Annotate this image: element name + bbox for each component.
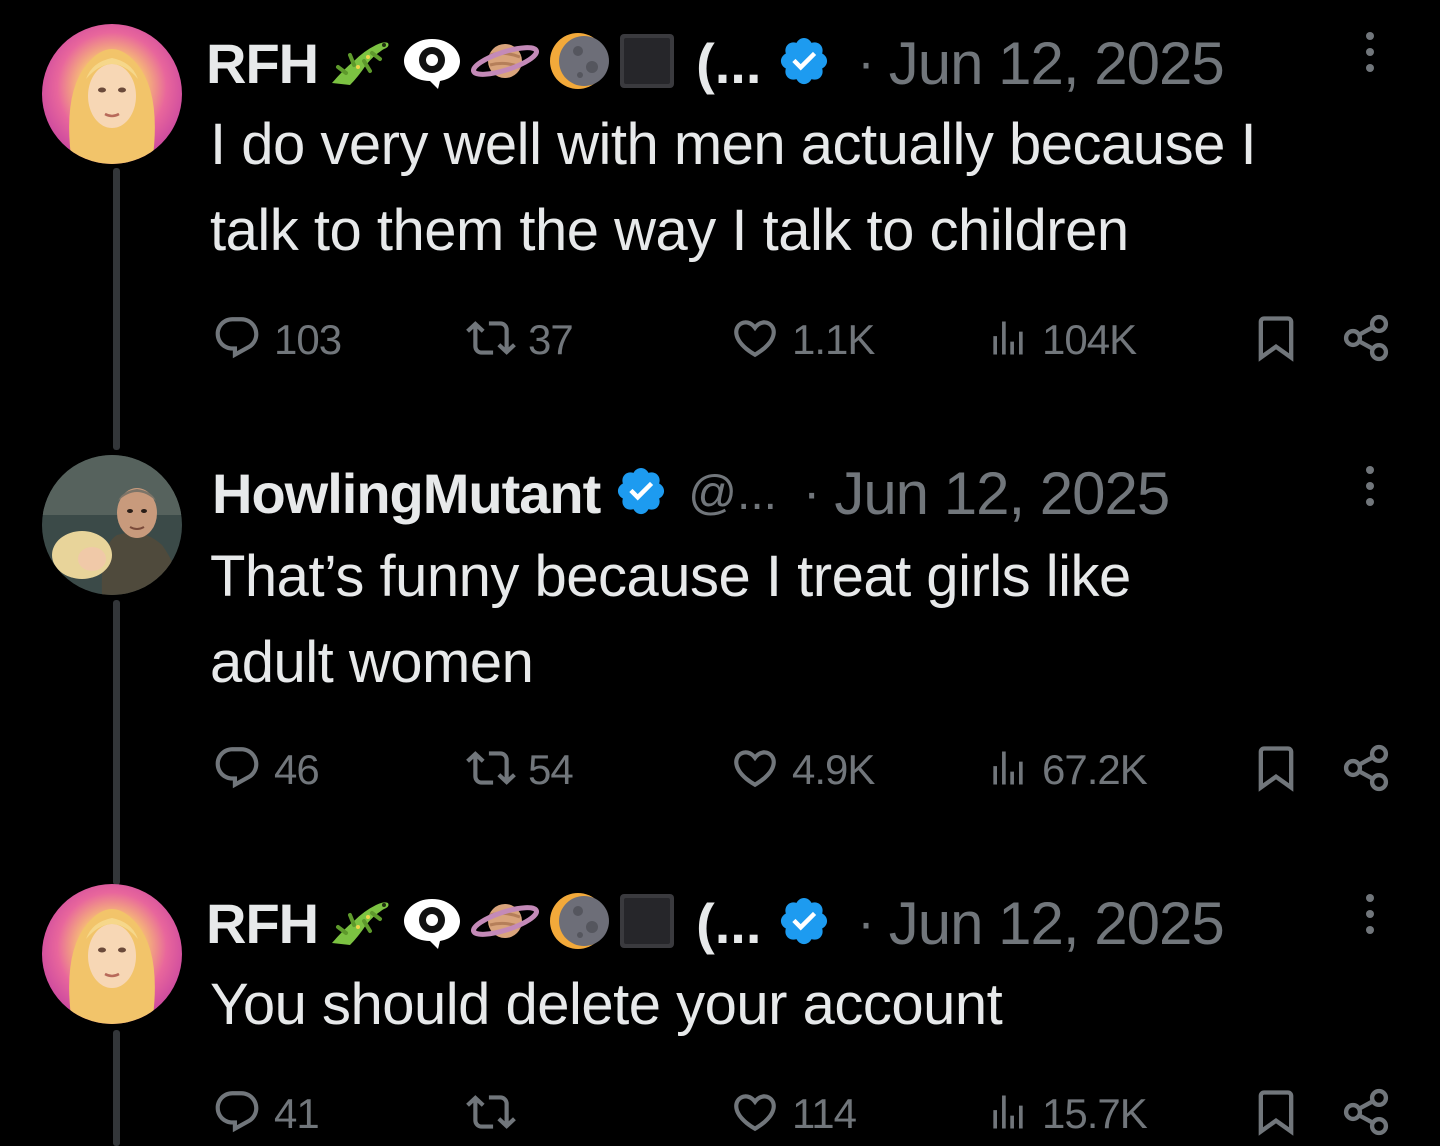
tweet-text-line: You should delete your account — [210, 972, 1003, 1037]
like-count: 114 — [792, 1090, 857, 1137]
repost-icon — [466, 1087, 516, 1142]
like-button[interactable]: 114 — [730, 1084, 857, 1144]
views-count: 15.7K — [1042, 1090, 1148, 1137]
more-options-icon[interactable] — [1358, 890, 1382, 940]
name-truncation: (... — [696, 31, 762, 95]
reply-count: 41 — [274, 1090, 320, 1137]
author-name[interactable]: RFH — [206, 891, 319, 956]
repost-count: 54 — [528, 746, 574, 793]
reply-button[interactable]: 41 — [212, 1084, 320, 1144]
tweet-text: You should delete your account — [210, 962, 1410, 1048]
author-handle[interactable]: @... — [688, 466, 777, 521]
tweet-header: RFH (... · Jun 12, 2025 — [206, 888, 1225, 958]
eye-speech-bubble-emoji — [400, 891, 464, 956]
repost-button[interactable] — [466, 1084, 528, 1144]
action-bar: 46 54 4.9K 67.2K — [212, 740, 1402, 800]
repost-icon — [466, 743, 516, 798]
reply-icon — [212, 743, 262, 798]
bookmark-icon — [1250, 312, 1302, 369]
separator-dot: · — [857, 34, 875, 92]
tweet-text-line: talk to them the way I talk to children — [210, 198, 1129, 263]
author-name[interactable]: HowlingMutant — [212, 461, 601, 526]
reply-count: 46 — [274, 746, 320, 793]
views-button[interactable]: 67.2K — [986, 740, 1148, 800]
reply-button[interactable]: 103 — [212, 310, 342, 370]
tweet-header: HowlingMutant @... · Jun 12, 2025 — [212, 458, 1170, 528]
reply-button[interactable]: 46 — [212, 740, 320, 800]
tweet-date[interactable]: Jun 12, 2025 — [889, 29, 1225, 98]
share-button[interactable] — [1340, 310, 1392, 370]
reply-icon — [212, 1087, 262, 1142]
author-name[interactable]: RFH — [206, 31, 319, 96]
heart-icon — [730, 743, 780, 798]
ringed-planet-emoji — [470, 31, 540, 96]
bookmark-button[interactable] — [1250, 740, 1302, 800]
views-chart-icon — [986, 313, 1030, 368]
views-count: 67.2K — [1042, 746, 1148, 793]
tweet-text: I do very well with men actually because… — [210, 102, 1410, 274]
black-square-emoji — [616, 30, 678, 97]
tweet-header: RFH (... · Jun 12, 2025 — [206, 28, 1225, 98]
reply-count: 103 — [274, 316, 342, 363]
verified-badge-icon — [777, 34, 831, 93]
avatar[interactable] — [42, 455, 182, 595]
tweet-date[interactable]: Jun 12, 2025 — [889, 889, 1225, 958]
thread-line-2 — [113, 600, 120, 885]
avatar[interactable] — [42, 24, 182, 164]
share-icon — [1340, 742, 1392, 799]
black-square-emoji — [616, 890, 678, 957]
bookmark-icon — [1250, 1086, 1302, 1143]
like-button[interactable]: 4.9K — [730, 740, 875, 800]
tweet-text-line: I do very well with men actually because… — [210, 112, 1257, 177]
repost-count: 37 — [528, 316, 574, 363]
views-chart-icon — [986, 1087, 1030, 1142]
crescent-moon-emoji — [546, 29, 610, 98]
thread-line-1 — [113, 168, 120, 450]
tweet-text-line: adult women — [210, 630, 534, 695]
reply-icon — [212, 313, 262, 368]
bookmark-button[interactable] — [1250, 310, 1302, 370]
share-icon — [1340, 312, 1392, 369]
thread-line-3 — [113, 1030, 120, 1146]
separator-dot: · — [857, 894, 875, 952]
share-button[interactable] — [1340, 1084, 1392, 1144]
lizard-emoji — [324, 31, 394, 96]
views-chart-icon — [986, 743, 1030, 798]
heart-icon — [730, 313, 780, 368]
repost-button[interactable]: 54 — [466, 740, 574, 800]
tweet-text: That’s funny because I treat girls like … — [210, 534, 1410, 706]
tweet-date[interactable]: Jun 12, 2025 — [834, 459, 1170, 528]
action-bar: 41 114 15.7K — [212, 1084, 1402, 1144]
verified-badge-icon — [777, 894, 831, 953]
views-button[interactable]: 15.7K — [986, 1084, 1148, 1144]
heart-icon — [730, 1087, 780, 1142]
repost-icon — [466, 313, 516, 368]
like-button[interactable]: 1.1K — [730, 310, 875, 370]
views-count: 104K — [1042, 316, 1137, 363]
bookmark-icon — [1250, 742, 1302, 799]
more-options-icon[interactable] — [1358, 28, 1382, 78]
more-options-icon[interactable] — [1358, 462, 1382, 512]
separator-dot: · — [802, 464, 821, 522]
like-count: 4.9K — [792, 746, 875, 793]
name-truncation: (... — [696, 891, 762, 955]
bookmark-button[interactable] — [1250, 1084, 1302, 1144]
share-icon — [1340, 1086, 1392, 1143]
tweet-text-line: That’s funny because I treat girls like — [210, 544, 1131, 609]
eye-speech-bubble-emoji — [400, 31, 464, 96]
repost-button[interactable]: 37 — [466, 310, 574, 370]
lizard-emoji — [324, 891, 394, 956]
views-button[interactable]: 104K — [986, 310, 1137, 370]
like-count: 1.1K — [792, 316, 875, 363]
share-button[interactable] — [1340, 740, 1392, 800]
action-bar: 103 37 1.1K 104K — [212, 310, 1402, 370]
verified-badge-icon — [614, 464, 668, 523]
crescent-moon-emoji — [546, 889, 610, 958]
avatar[interactable] — [42, 884, 182, 1024]
ringed-planet-emoji — [470, 891, 540, 956]
